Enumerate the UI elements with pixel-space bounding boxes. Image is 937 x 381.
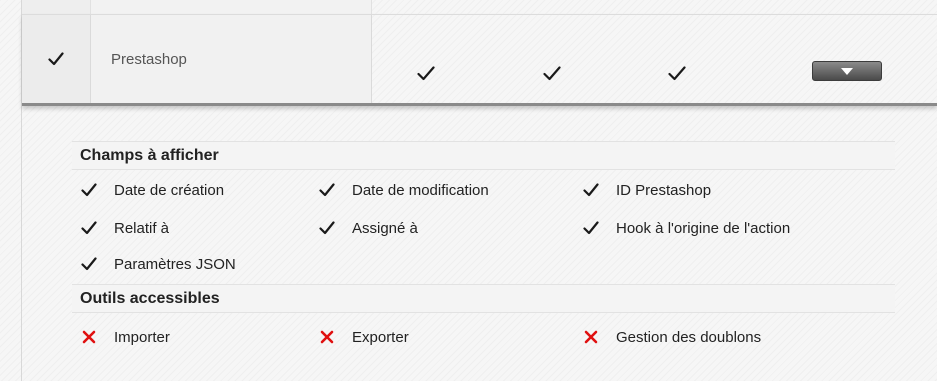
field-item: Assigné à xyxy=(318,216,418,240)
check-icon xyxy=(318,219,336,237)
field-item: Hook à l'origine de l'action xyxy=(582,216,790,240)
check-icon xyxy=(318,181,336,199)
field-item-label: Assigné à xyxy=(352,219,418,237)
check-icon xyxy=(667,63,687,83)
cross-icon xyxy=(582,328,600,346)
check-icon xyxy=(80,255,98,273)
check-icon xyxy=(582,181,600,199)
cross-icon xyxy=(318,328,336,346)
tools-section-title: Outils accessibles xyxy=(72,284,895,313)
field-item-label: ID Prestashop xyxy=(616,181,712,199)
fields-section-title: Champs à afficher xyxy=(72,141,895,170)
row-menu-button[interactable] xyxy=(812,61,882,81)
field-item: Paramètres JSON xyxy=(80,252,236,276)
previous-row-check-cell xyxy=(22,0,91,14)
field-item: Date de modification xyxy=(318,178,489,202)
check-icon xyxy=(416,63,436,83)
tool-item: Importer xyxy=(80,325,170,349)
tool-item-label: Exporter xyxy=(352,328,409,346)
check-icon xyxy=(582,219,600,237)
caret-down-icon xyxy=(841,67,853,75)
previous-row xyxy=(22,0,937,14)
tool-item-label: Gestion des doublons xyxy=(616,328,762,346)
previous-row-name-cell xyxy=(91,0,372,14)
field-item: ID Prestashop xyxy=(582,178,711,202)
tool-item-label: Importer xyxy=(114,328,170,346)
check-icon xyxy=(80,219,98,237)
check-icon xyxy=(48,52,64,66)
table-row[interactable]: Prestashop xyxy=(22,14,937,106)
field-item-label: Hook à l'origine de l'action xyxy=(616,219,791,237)
check-icon xyxy=(80,181,98,199)
field-item: Date de création xyxy=(80,178,224,202)
row-name: Prestashop xyxy=(111,51,187,68)
check-icon xyxy=(542,63,562,83)
field-item-label: Relatif à xyxy=(114,219,170,237)
permissions-panel: Prestashop Champs à afficher Date de cré… xyxy=(0,0,937,381)
tool-item: Exporter xyxy=(318,325,409,349)
cross-icon xyxy=(80,328,98,346)
field-item-label: Date de modification xyxy=(352,181,489,199)
field-item: Relatif à xyxy=(80,216,169,240)
row-name-cell: Prestashop xyxy=(91,15,372,103)
row-select-cell[interactable] xyxy=(22,15,91,103)
tool-item: Gestion des doublons xyxy=(582,325,761,349)
field-item-label: Date de création xyxy=(114,181,225,199)
field-item-label: Paramètres JSON xyxy=(114,255,236,273)
